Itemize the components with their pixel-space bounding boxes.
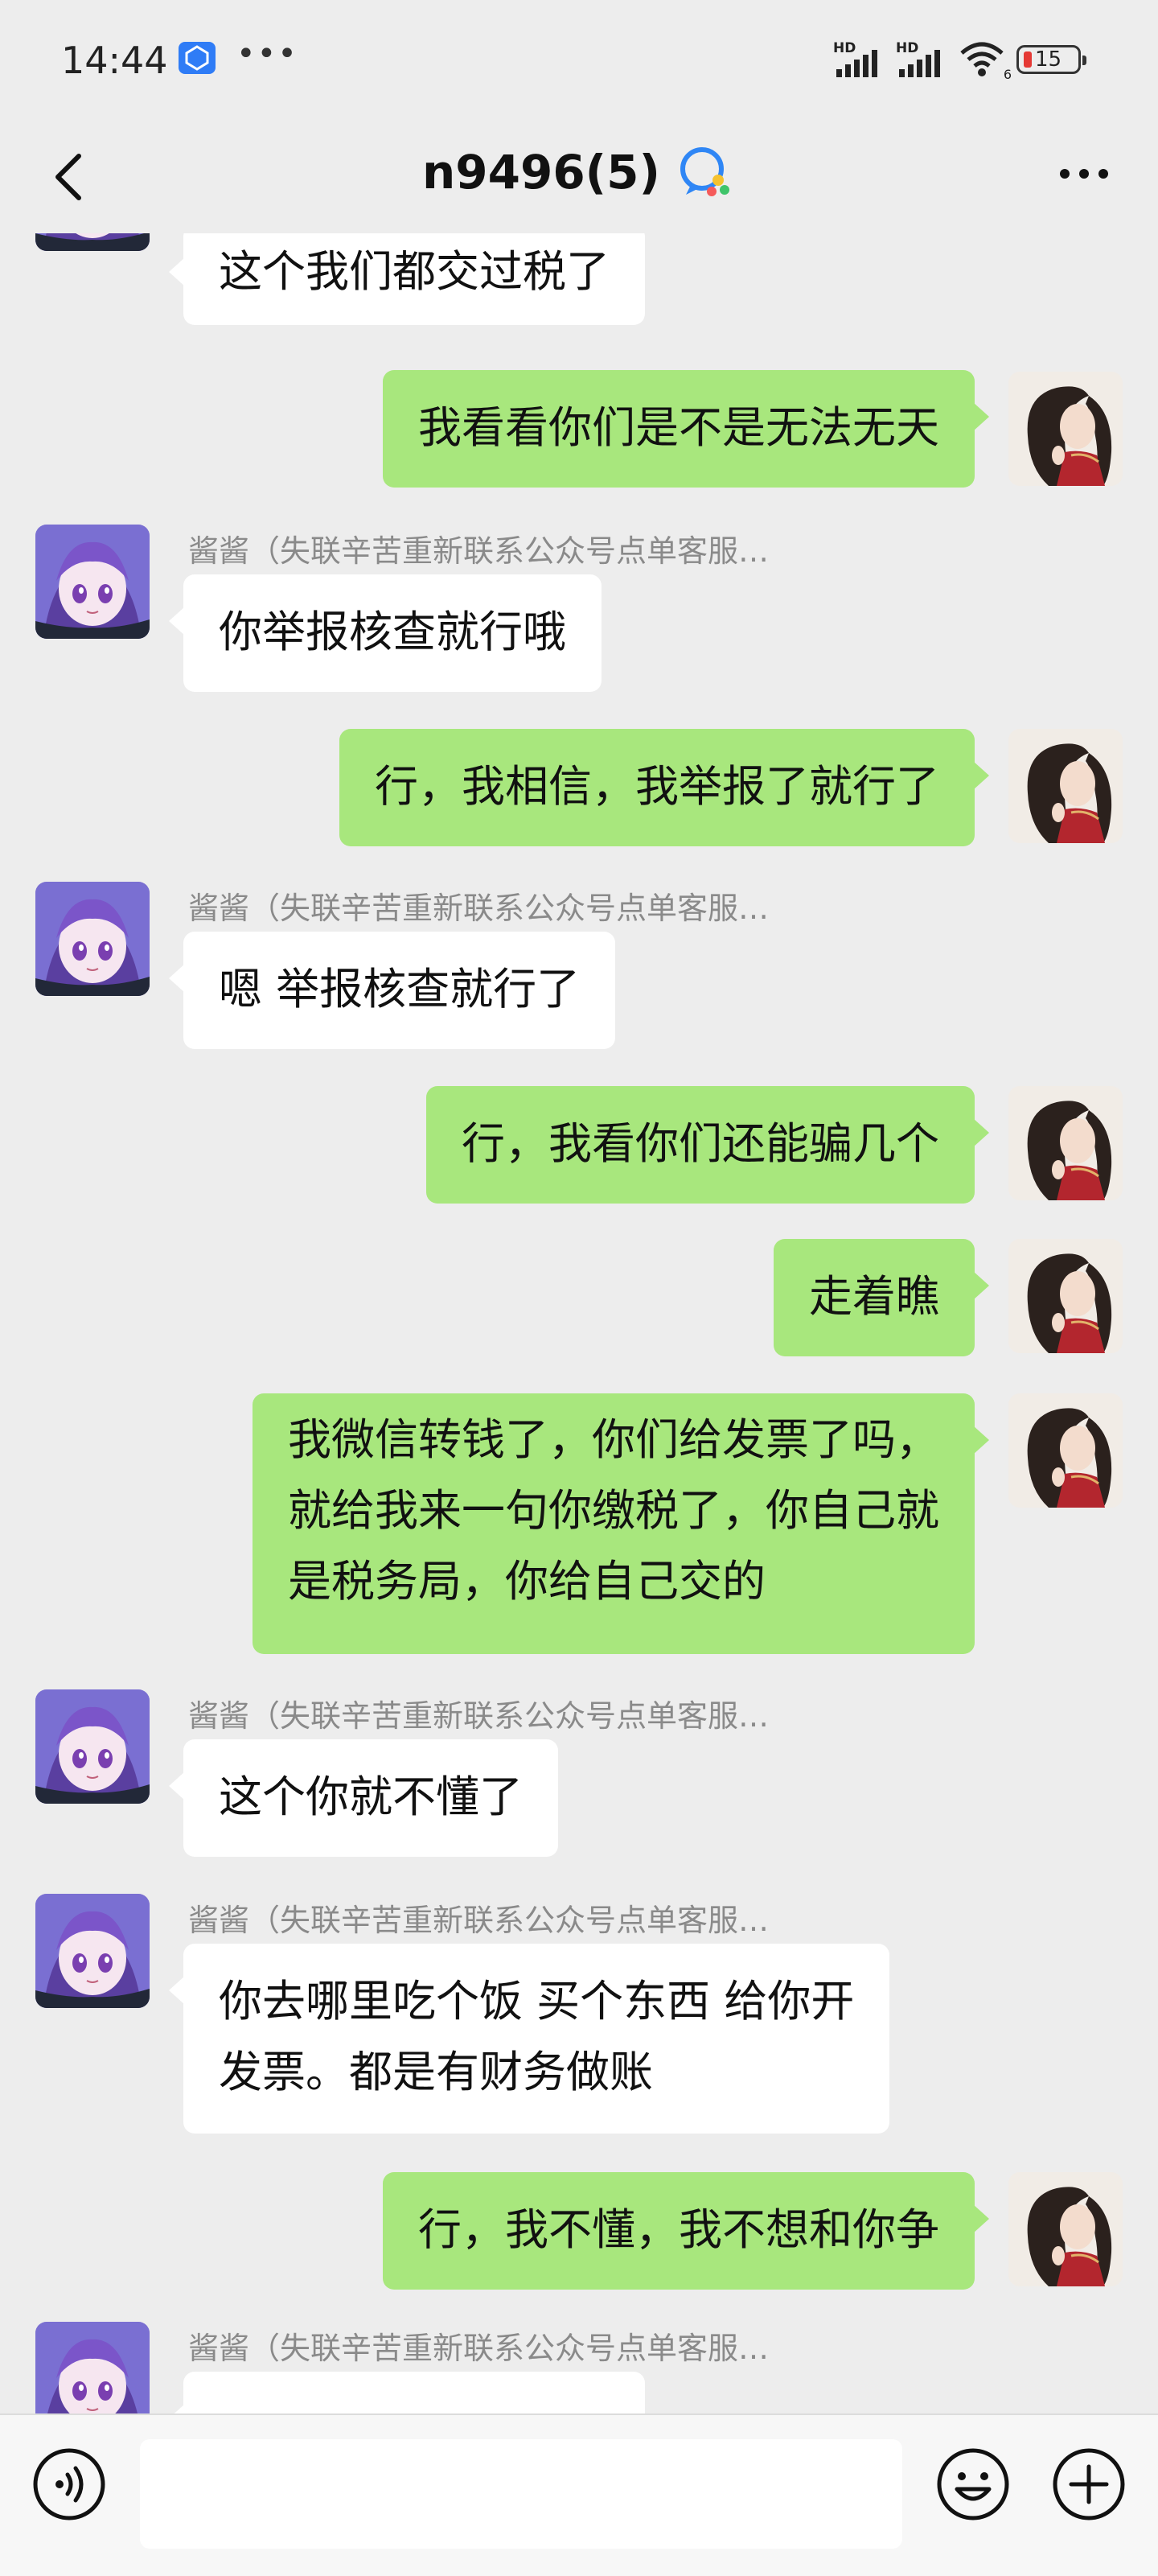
message-bubble[interactable]: 嗯 举报核查就行了 — [168, 932, 616, 1049]
message-bubble[interactable]: 走着瞧 — [774, 1239, 989, 1356]
voice-icon — [33, 2448, 105, 2520]
contact-avatar[interactable] — [35, 233, 150, 251]
sender-name: 酱酱（失联辛苦重新联系公众号点单客服… — [188, 1903, 770, 1938]
message-text-line: 是税务局，你给自己交的 — [288, 1556, 766, 1607]
message-bubble[interactable]: 这个你就不懂了 — [169, 1739, 558, 1857]
ai-translate-app-icon — [179, 42, 216, 74]
input-bar — [0, 2413, 1158, 2576]
my-avatar[interactable] — [1008, 1239, 1123, 1353]
signal-icon: HD — [833, 40, 885, 79]
message-text: 行，我看你们还能骗几个 — [462, 1118, 939, 1169]
status-indicators: HD HD 6 15 — [833, 39, 1086, 82]
battery-icon: 15 — [1016, 45, 1086, 74]
status-time: 14:44 — [61, 39, 168, 82]
contact-avatar[interactable] — [35, 525, 150, 639]
sender-name: 酱酱（失联辛苦重新联系公众号点单客服… — [188, 1698, 770, 1734]
sender-name: 酱酱（失联辛苦重新联系公众号点单客服… — [188, 2331, 770, 2366]
contact-avatar[interactable] — [35, 2322, 150, 2413]
message-bubble[interactable]: 你举报核查就行哦 — [169, 574, 602, 692]
contact-avatar[interactable] — [35, 1689, 150, 1804]
message-bubble[interactable]: 这个我们都交过税了 — [169, 233, 645, 325]
wifi-label: 6 — [1003, 67, 1012, 82]
message-bubble[interactable]: 行，我看你们还能骗几个 — [426, 1086, 989, 1204]
message-text: 你举报核查就行哦 — [219, 607, 566, 657]
message-bubble[interactable]: 我微信转钱了，你们给发票了吗， 就给我来一句你缴税了，你自己就 是税务局，你给自… — [253, 1393, 989, 1654]
message-bubble[interactable]: 行，我不懂，我不想和你争 — [383, 2172, 989, 2290]
more-options-button[interactable] — [1050, 150, 1118, 198]
message-text: 嗯 举报核查就行了 — [219, 964, 581, 1014]
chat-title: n9496(5) — [0, 142, 1158, 203]
status-more-dots: ••• — [236, 35, 298, 72]
contact-avatar[interactable] — [35, 1894, 150, 2008]
message-text: 行，我不懂，我不想和你争 — [418, 2204, 939, 2255]
ai-assistant-icon[interactable] — [675, 142, 736, 203]
signal-icon: HD — [896, 40, 947, 79]
message-text: 走着瞧 — [809, 1271, 939, 1322]
message-text-line: 我微信转钱了，你们给发票了吗， — [288, 1414, 939, 1465]
wifi-icon: 6 — [959, 40, 1012, 82]
message-list[interactable]: 这个我们都交过税了 我看看你们是不是无法无天 酱酱（失联辛苦重新联系公众号点单客… — [0, 233, 1158, 2413]
message-bubble[interactable] — [169, 2372, 645, 2413]
message-text: 我看看你们是不是无法无天 — [418, 402, 939, 453]
message-text: 行，我相信，我举报了就行了 — [375, 761, 939, 812]
more-icon — [1060, 169, 1108, 179]
sender-name: 酱酱（失联辛苦重新联系公众号点单客服… — [188, 891, 770, 926]
message-text: 这个我们都交过税了 — [219, 246, 610, 297]
more-functions-button[interactable] — [1050, 2446, 1127, 2523]
message-bubble[interactable]: 行，我相信，我举报了就行了 — [339, 729, 989, 846]
message-input[interactable] — [140, 2439, 902, 2549]
message-text-line: 就给我来一句你缴税了，你自己就 — [288, 1485, 939, 1536]
battery-level: 15 — [1035, 47, 1062, 72]
message-bubble[interactable]: 你去哪里吃个饭 买个东西 给你开 发票。都是有财务做账 — [168, 1944, 890, 2134]
plus-icon — [1053, 2448, 1125, 2520]
my-avatar[interactable] — [1008, 2172, 1123, 2286]
voice-button[interactable] — [31, 2446, 108, 2523]
message-text-line: 你去哪里吃个饭 买个东西 给你开 — [219, 1976, 855, 2027]
emoji-icon — [937, 2448, 1009, 2520]
chat-title-text: n9496(5) — [421, 145, 661, 200]
message-text-line: 发票。都是有财务做账 — [219, 2047, 653, 2097]
emoji-button[interactable] — [934, 2446, 1012, 2523]
sender-name: 酱酱（失联辛苦重新联系公众号点单客服… — [188, 533, 770, 569]
chat-header: n9496(5) — [0, 121, 1158, 233]
my-avatar[interactable] — [1008, 729, 1123, 843]
status-bar: 14:44 ••• HD HD 6 15 — [0, 0, 1158, 121]
my-avatar[interactable] — [1008, 1086, 1123, 1200]
contact-avatar[interactable] — [35, 882, 150, 996]
message-bubble[interactable]: 我看看你们是不是无法无天 — [383, 370, 989, 488]
my-avatar[interactable] — [1008, 1393, 1123, 1508]
my-avatar[interactable] — [1008, 372, 1123, 486]
message-text: 这个你就不懂了 — [219, 1772, 523, 1822]
